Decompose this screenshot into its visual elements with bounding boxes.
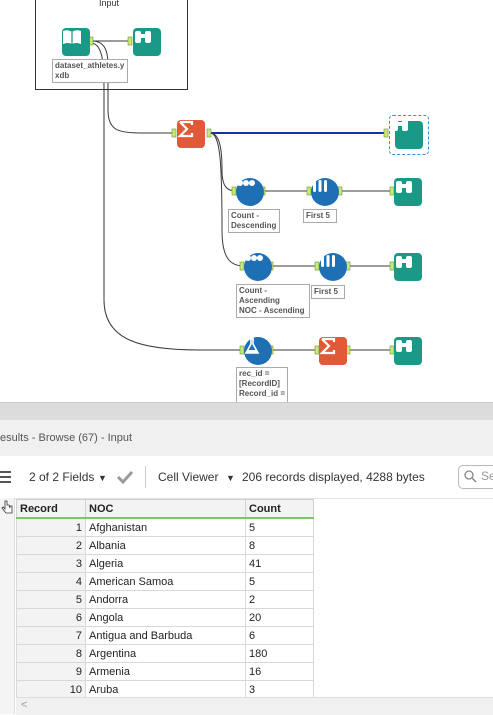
- record-cell[interactable]: 7: [16, 626, 86, 645]
- record-cell[interactable]: 3: [16, 554, 86, 573]
- results-table[interactable]: Record NOC Count 1 Afghanistan 5 2 Albania 8…: [16, 499, 314, 699]
- fields-dropdown-chevron-icon[interactable]: ▼: [98, 473, 107, 483]
- sample2-annotation: First 5: [311, 285, 345, 299]
- connection-input-formula[interactable]: [91, 42, 243, 351]
- record-cell[interactable]: 8: [16, 644, 86, 663]
- table-row[interactable]: 3 Algeria 41: [16, 554, 314, 573]
- records-info: 206 records displayed, 4288 bytes: [242, 470, 425, 484]
- table-row[interactable]: 2 Albania 8: [16, 536, 314, 555]
- noc-cell[interactable]: Aruba: [85, 680, 246, 699]
- sample-icon: [321, 255, 335, 267]
- table-row[interactable]: 8 Argentina 180: [16, 644, 314, 663]
- sort-icon: [245, 255, 263, 261]
- noc-cell[interactable]: Afghanistan: [85, 517, 246, 537]
- pointer-hand-icon[interactable]: [1, 500, 13, 514]
- count-cell[interactable]: 8: [245, 536, 314, 555]
- table-row[interactable]: 10 Aruba 3: [16, 680, 314, 699]
- toolbar-separator: [145, 466, 146, 488]
- noc-cell[interactable]: Angola: [85, 608, 246, 627]
- noc-cell[interactable]: Antigua and Barbuda: [85, 626, 246, 645]
- table-header-row: Record NOC Count: [16, 499, 314, 519]
- noc-cell[interactable]: Algeria: [85, 554, 246, 573]
- results-toolbar: 2 of 2 Fields ▼ Cell Viewer ▼ 206 record…: [0, 456, 493, 499]
- summarize-tool-1[interactable]: [177, 120, 205, 148]
- formula-flask-icon: [244, 338, 260, 354]
- table-row[interactable]: 6 Angola 20: [16, 608, 314, 627]
- record-cell[interactable]: 5: [16, 590, 86, 609]
- count-cell[interactable]: 5: [245, 572, 314, 591]
- results-title-bar: esults - Browse (67) - Input: [0, 420, 493, 457]
- noc-cell[interactable]: Albania: [85, 536, 246, 555]
- record-cell[interactable]: 9: [16, 662, 86, 681]
- browse-binoculars-icon: [396, 340, 412, 352]
- formula-tool[interactable]: [244, 337, 272, 365]
- sort-tool-ascending[interactable]: [244, 253, 272, 281]
- column-header-record[interactable]: Record: [16, 499, 86, 519]
- browse-binoculars-icon: [392, 119, 408, 131]
- list-view-icon[interactable]: [0, 469, 12, 485]
- column-header-count[interactable]: Count: [245, 499, 314, 519]
- record-cell[interactable]: 10: [16, 680, 86, 699]
- checkmark-icon[interactable]: [116, 470, 134, 484]
- count-cell[interactable]: 20: [245, 608, 314, 627]
- search-icon: [464, 470, 477, 483]
- sample-icon: [313, 180, 327, 192]
- connection-summarize-sort-desc[interactable]: [209, 132, 237, 192]
- browse-binoculars-icon: [135, 31, 151, 43]
- table-row[interactable]: 4 American Samoa 5: [16, 572, 314, 591]
- count-cell[interactable]: 5: [245, 517, 314, 537]
- sample-tool-1[interactable]: [311, 178, 339, 206]
- browse-tool-selected[interactable]: [389, 115, 429, 155]
- noc-cell[interactable]: Argentina: [85, 644, 246, 663]
- browse-binoculars-icon: [396, 181, 412, 193]
- summarize-sigma-icon: [177, 120, 194, 138]
- noc-cell[interactable]: Andorra: [85, 590, 246, 609]
- noc-cell[interactable]: Armenia: [85, 662, 246, 681]
- search-input[interactable]: Se: [458, 465, 493, 489]
- record-cell[interactable]: 4: [16, 572, 86, 591]
- input-tool[interactable]: [62, 28, 90, 56]
- browse-tool-5[interactable]: [394, 337, 422, 365]
- workflow-canvas[interactable]: Input dataset_athletes.y xdb Count - Des…: [0, 0, 493, 402]
- browse-tool-1[interactable]: [133, 28, 161, 56]
- results-left-strip: [0, 498, 15, 714]
- count-cell[interactable]: 180: [245, 644, 314, 663]
- formula-annotation: rec_id = [RecordID] Record_id =: [236, 367, 288, 402]
- pane-splitter[interactable]: [0, 402, 493, 421]
- record-cell[interactable]: 2: [16, 536, 86, 555]
- results-title: esults - Browse (67) - Input: [0, 432, 133, 444]
- count-cell[interactable]: 6: [245, 626, 314, 645]
- search-placeholder: Se: [481, 469, 493, 483]
- scroll-left-icon[interactable]: <: [21, 699, 27, 711]
- record-cell[interactable]: 1: [16, 517, 86, 537]
- sort-tool-descending[interactable]: [236, 178, 264, 206]
- count-cell[interactable]: 41: [245, 554, 314, 573]
- input-annotation: dataset_athletes.y xdb: [52, 59, 128, 83]
- count-cell[interactable]: 3: [245, 680, 314, 699]
- sample-tool-2[interactable]: [319, 253, 347, 281]
- sort-desc-annotation: Count - Descending: [228, 209, 280, 233]
- horizontal-scrollbar[interactable]: <: [16, 697, 493, 715]
- table-row[interactable]: 1 Afghanistan 5: [16, 517, 314, 537]
- sort-icon: [237, 180, 255, 186]
- cell-viewer-button[interactable]: Cell Viewer: [158, 470, 218, 484]
- fields-selector[interactable]: 2 of 2 Fields: [29, 470, 94, 484]
- table-row[interactable]: 9 Armenia 16: [16, 662, 314, 681]
- record-cell[interactable]: 6: [16, 608, 86, 627]
- browse-binoculars-icon: [396, 256, 412, 268]
- input-book-icon: [63, 30, 81, 44]
- count-cell[interactable]: 16: [245, 662, 314, 681]
- sample1-annotation: First 5: [303, 209, 337, 223]
- browse-tool-3[interactable]: [394, 178, 422, 206]
- count-cell[interactable]: 2: [245, 590, 314, 609]
- column-header-noc[interactable]: NOC: [85, 499, 246, 519]
- cell-viewer-chevron-icon[interactable]: ▼: [226, 473, 235, 483]
- table-row[interactable]: 5 Andorra 2: [16, 590, 314, 609]
- summarize-tool-2[interactable]: [319, 337, 347, 365]
- noc-cell[interactable]: American Samoa: [85, 572, 246, 591]
- browse-tool-4[interactable]: [394, 253, 422, 281]
- table-row[interactable]: 7 Antigua and Barbuda 6: [16, 626, 314, 645]
- sort-asc-annotation: Count - Ascending NOC - Ascending: [236, 284, 310, 318]
- summarize-sigma-icon: [319, 337, 336, 355]
